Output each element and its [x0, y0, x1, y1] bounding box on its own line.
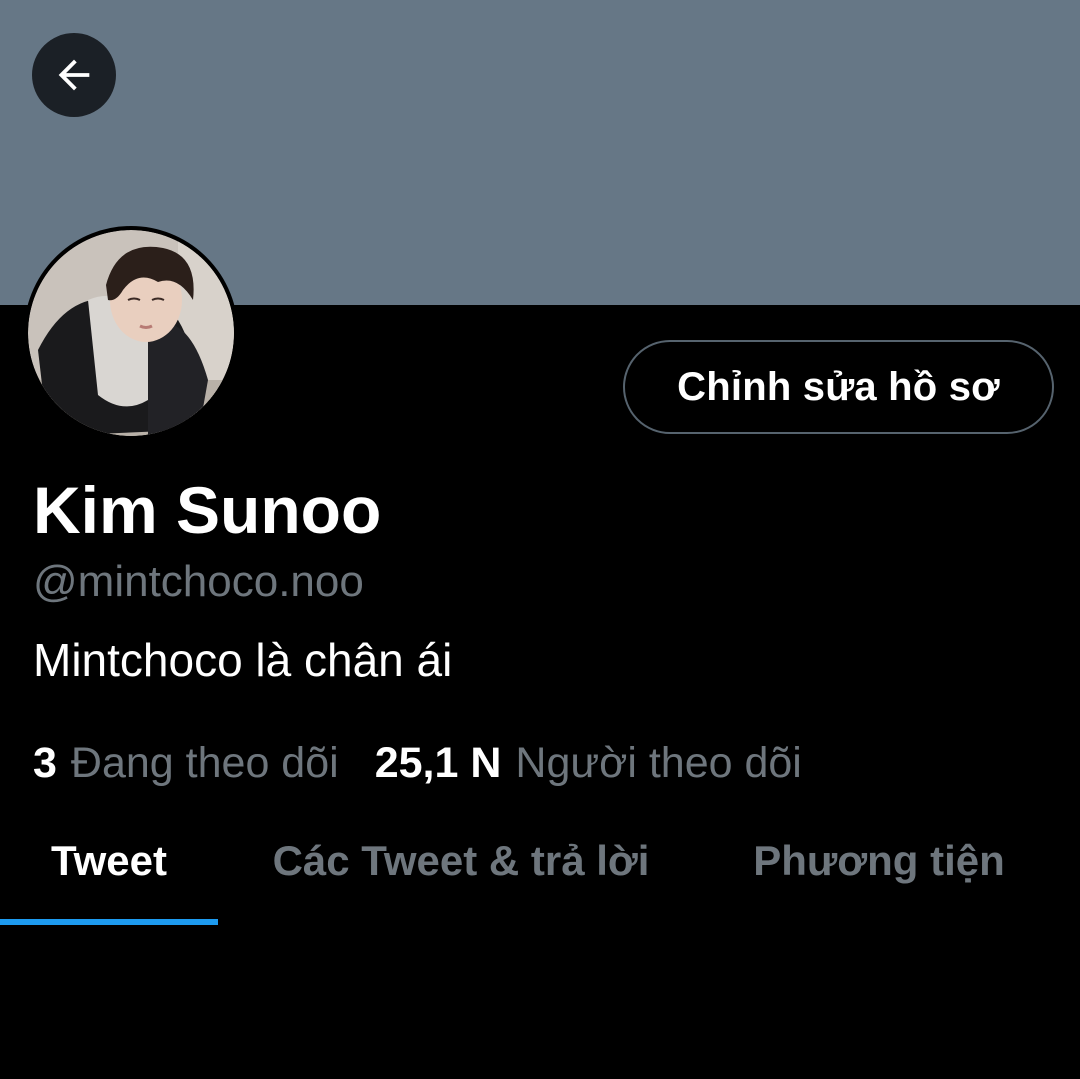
tab-media-label: Phương tiện: [753, 837, 1005, 884]
arrow-left-icon: [51, 52, 97, 98]
tab-tweets-and-replies[interactable]: Các Tweet & trả lời: [218, 820, 704, 925]
following-label: Đang theo dõi: [70, 739, 339, 787]
tab-tweets[interactable]: Tweet: [0, 820, 218, 925]
followers-count: 25,1 N: [374, 739, 502, 787]
following-stat[interactable]: 3 Đang theo dõi: [33, 735, 339, 791]
user-handle: @mintchoco.noo: [33, 557, 364, 606]
following-count: 3: [33, 739, 57, 787]
profile-bio: Mintchoco là chân ái: [33, 634, 453, 686]
profile-page: Chỉnh sửa hồ sơ Kim Sunoo @mintchoco.noo…: [0, 0, 1080, 1079]
active-tab-indicator: [0, 919, 218, 925]
profile-tabs: Tweet Các Tweet & trả lời Phương tiện: [0, 820, 1080, 925]
back-button[interactable]: [32, 33, 116, 117]
tab-tweets-and-replies-label: Các Tweet & trả lời: [272, 837, 650, 884]
follow-stats: 3 Đang theo dõi 25,1 N Người theo dõi: [33, 735, 802, 791]
followers-label: Người theo dõi: [515, 739, 802, 787]
avatar[interactable]: [24, 226, 238, 440]
display-name: Kim Sunoo: [33, 473, 382, 547]
tab-tweets-label: Tweet: [51, 837, 167, 884]
edit-profile-button[interactable]: Chỉnh sửa hồ sơ: [623, 340, 1054, 434]
profile-photo: [28, 230, 234, 436]
tab-media[interactable]: Phương tiện: [704, 820, 1054, 925]
followers-stat[interactable]: 25,1 N Người theo dõi: [375, 735, 802, 791]
